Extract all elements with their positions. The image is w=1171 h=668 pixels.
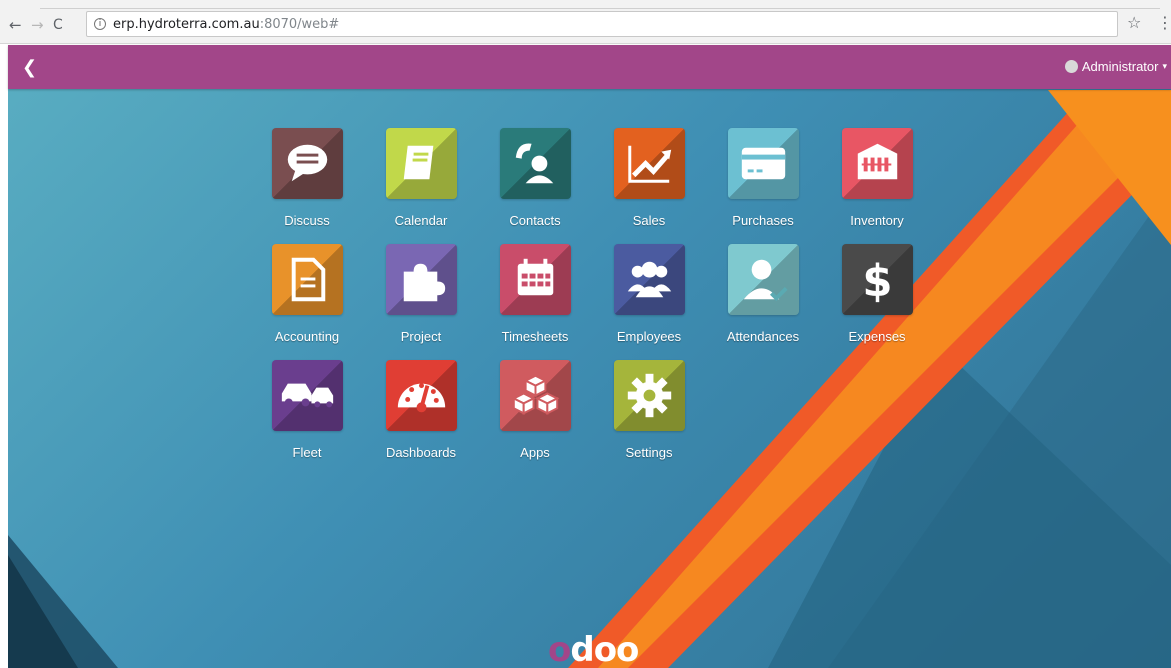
app-label[interactable]: Settings xyxy=(597,445,701,460)
app-label[interactable]: Sales xyxy=(597,213,701,228)
app-tile-contacts[interactable]: Contacts xyxy=(483,128,587,238)
app-label[interactable]: Apps xyxy=(483,445,587,460)
logo-o: o xyxy=(548,630,571,668)
browser-menu-icon[interactable]: ⋮ xyxy=(1157,13,1171,32)
app-tile-accounting[interactable]: Accounting xyxy=(255,244,359,354)
trend-chart-icon[interactable] xyxy=(614,128,685,199)
home-background xyxy=(8,45,1171,668)
url-host: erp.hydroterra.com.au xyxy=(113,17,260,32)
app-tile-discuss[interactable]: Discuss xyxy=(255,128,359,238)
app-tile-expenses[interactable]: $ Expenses xyxy=(825,244,929,354)
app-tile-inventory[interactable]: Inventory xyxy=(825,128,929,238)
app-label[interactable]: Timesheets xyxy=(483,329,587,344)
app-tile-attendances[interactable]: Attendances xyxy=(711,244,815,354)
gauge-icon[interactable] xyxy=(386,360,457,431)
app-label[interactable]: Discuss xyxy=(255,213,359,228)
app-label[interactable]: Contacts xyxy=(483,213,587,228)
user-menu[interactable]: Administrator ▾ xyxy=(1064,59,1167,74)
odoo-logo: odoo xyxy=(548,630,639,668)
app-label[interactable]: Attendances xyxy=(711,329,815,344)
address-bar[interactable]: i erp.hydroterra.com.au:8070/web# xyxy=(86,11,1118,37)
app-label[interactable]: Project xyxy=(369,329,473,344)
app-tile-fleet[interactable]: Fleet xyxy=(255,360,359,470)
calendar-grid-icon[interactable] xyxy=(500,244,571,315)
chat-bubble-icon[interactable] xyxy=(272,128,343,199)
reload-icon[interactable]: C xyxy=(53,17,63,33)
app-tile-apps[interactable]: Apps xyxy=(483,360,587,470)
logo-rest: doo xyxy=(570,630,639,668)
cars-icon[interactable] xyxy=(272,360,343,431)
app-tile-employees[interactable]: Employees xyxy=(597,244,701,354)
dollar-icon[interactable]: $ xyxy=(842,244,913,315)
app-label[interactable]: Dashboards xyxy=(369,445,473,460)
gear-icon[interactable] xyxy=(614,360,685,431)
url-text[interactable]: erp.hydroterra.com.au:8070/web# xyxy=(113,17,339,32)
app-label[interactable]: Purchases xyxy=(711,213,815,228)
app-label[interactable]: Accounting xyxy=(255,329,359,344)
person-check-icon[interactable] xyxy=(728,244,799,315)
app-tile-dashboards[interactable]: Dashboards xyxy=(369,360,473,470)
app-tile-purchases[interactable]: Purchases xyxy=(711,128,815,238)
top-navbar: ❮ Administrator ▾ xyxy=(8,45,1171,89)
forward-arrow-icon[interactable]: → xyxy=(31,17,44,33)
app-tile-calendar[interactable]: Calendar xyxy=(369,128,473,238)
document-icon[interactable] xyxy=(272,244,343,315)
user-name: Administrator xyxy=(1081,59,1159,74)
bookmark-star-icon[interactable]: ☆ xyxy=(1127,13,1141,32)
notebook-icon[interactable] xyxy=(386,128,457,199)
app-label[interactable]: Fleet xyxy=(255,445,359,460)
app-label[interactable]: Employees xyxy=(597,329,701,344)
puzzle-icon[interactable] xyxy=(386,244,457,315)
url-path: :8070/web# xyxy=(259,17,340,32)
browser-toolbar: ← → C i erp.hydroterra.com.au:8070/web# … xyxy=(0,0,1171,44)
avatar xyxy=(1064,60,1078,73)
site-info-icon[interactable]: i xyxy=(94,18,106,30)
app-tile-sales[interactable]: Sales xyxy=(597,128,701,238)
tab-strip-divider xyxy=(40,8,1160,9)
svg-text:$: $ xyxy=(862,256,892,306)
background-shapes xyxy=(8,90,1171,668)
cubes-icon[interactable] xyxy=(500,360,571,431)
caret-down-icon: ▾ xyxy=(1162,61,1167,72)
credit-card-icon[interactable] xyxy=(728,128,799,199)
app-label[interactable]: Inventory xyxy=(825,213,929,228)
phone-contact-icon[interactable] xyxy=(500,128,571,199)
app-tile-timesheets[interactable]: Timesheets xyxy=(483,244,587,354)
back-arrow-icon[interactable]: ← xyxy=(9,17,22,33)
app-label[interactable]: Calendar xyxy=(369,213,473,228)
group-icon[interactable] xyxy=(614,244,685,315)
back-chevron-icon[interactable]: ❮ xyxy=(22,57,37,78)
app-tile-project[interactable]: Project xyxy=(369,244,473,354)
app-tile-settings[interactable]: Settings xyxy=(597,360,701,470)
app-label[interactable]: Expenses xyxy=(825,329,929,344)
building-icon[interactable] xyxy=(842,128,913,199)
